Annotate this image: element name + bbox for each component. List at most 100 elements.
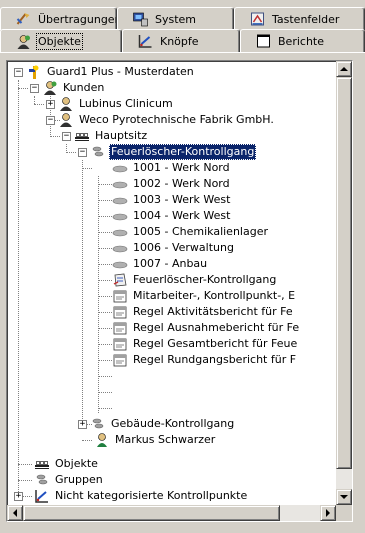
tab-label: Übertragungen — [38, 12, 117, 26]
tree-node-root[interactable]: Guard1 Plus - Musterdaten — [26, 64, 196, 80]
collapse-toggle[interactable]: − — [62, 132, 71, 141]
collapse-toggle[interactable]: − — [46, 116, 55, 125]
scroll-up-button[interactable] — [336, 61, 352, 77]
tree-node-label: Regel Ausnahmebericht für Fe — [133, 321, 300, 334]
tree-node-label: 1006 - Verwaltung — [133, 241, 234, 254]
system-icon — [133, 12, 148, 27]
tour-icon — [113, 273, 127, 287]
tree-node-feuerloescher-group[interactable]: Feuerlöscher-Kontrollgang — [90, 144, 257, 160]
expand-toggle[interactable]: + — [14, 492, 23, 501]
tree-line — [98, 296, 112, 297]
customer-icon — [60, 97, 72, 111]
tree-node-label: Regel Aktivitätsbericht für Fe — [133, 305, 293, 318]
tree-view-frame: − − + − − − + + Guard1 Plus - Musterdate… — [6, 60, 353, 522]
tree-line — [98, 312, 112, 313]
tree-node-tour[interactable]: Feuerlöscher-Kontrollgang — [112, 272, 278, 288]
tree-node-checkpoint[interactable]: 1007 - Anbau — [112, 256, 209, 272]
tree-line — [82, 160, 83, 429]
tab-label: Objekte — [36, 33, 83, 50]
tree-node-nicht-kategorisiert[interactable]: Nicht kategorisierte Kontrollpunkte — [34, 488, 249, 504]
tree-node-gruppen[interactable]: Gruppen — [34, 472, 105, 488]
tree-line — [98, 248, 112, 249]
tree-line — [34, 96, 35, 104]
tree-node-markus[interactable]: Markus Schwarzer — [94, 432, 217, 448]
scroll-right-button[interactable] — [320, 505, 336, 521]
tree-node-checkpoint[interactable]: 1006 - Verwaltung — [112, 240, 236, 256]
horizontal-scrollbar[interactable] — [7, 505, 336, 521]
tab-objekte[interactable]: Objekte — [0, 29, 122, 53]
tree-line — [98, 328, 112, 329]
expand-toggle[interactable]: + — [78, 420, 87, 429]
checkpoint-group-icon — [92, 418, 104, 429]
scroll-thumb[interactable] — [23, 505, 280, 521]
guard-logo-icon — [29, 65, 39, 79]
tree-line — [66, 144, 67, 151]
reports-icon — [257, 34, 270, 48]
tab-tastenfelder[interactable]: Tastenfelder — [234, 7, 365, 30]
rule-report-icon — [113, 290, 127, 303]
tree-node-label: Regel Rundgangsbericht für F — [133, 353, 297, 366]
building-icon — [35, 461, 49, 469]
transfer-icon — [16, 13, 30, 25]
collapse-toggle[interactable]: − — [14, 68, 23, 77]
tree-node-label: Kunden — [63, 81, 105, 94]
tree-node-checkpoint[interactable]: 1005 - Chemikalienlager — [112, 224, 270, 240]
vertical-scrollbar[interactable] — [336, 61, 352, 505]
collapse-toggle[interactable]: − — [30, 84, 39, 93]
tree-node-rule[interactable]: Regel Rundgangsbericht für F — [112, 352, 298, 368]
tree-node-label: 1005 - Chemikalienlager — [133, 225, 268, 238]
scroll-down-button[interactable] — [336, 489, 352, 505]
tab-uebertragungen[interactable]: Übertragungen — [0, 7, 117, 30]
tree-node-checkpoint[interactable]: 1003 - Werk West — [112, 192, 232, 208]
tab-berichte[interactable]: Berichte — [240, 29, 365, 52]
tree-node-rule[interactable]: Regel Gesamtbericht für Feue — [112, 336, 299, 352]
tab-label: Knöpfe — [160, 34, 199, 48]
tree-line — [34, 104, 44, 105]
tree-line — [98, 408, 112, 409]
tree-node-label: 1002 - Werk Nord — [133, 177, 230, 190]
scroll-left-button[interactable] — [7, 505, 23, 521]
tab-knoepfe[interactable]: Knöpfe — [122, 29, 240, 52]
tab-label: System — [155, 12, 197, 26]
tree-node-lubinus[interactable]: Lubinus Clinicum — [58, 96, 175, 112]
tree-line — [98, 280, 112, 281]
tree-line — [82, 440, 92, 441]
tab-system[interactable]: System — [117, 7, 234, 30]
tab-label: Berichte — [278, 34, 324, 48]
tree-node-checkpoint[interactable]: 1004 - Werk West — [112, 208, 232, 224]
tree-line — [18, 464, 32, 465]
tree-view: − − + − − − + + Guard1 Plus - Musterdate… — [8, 62, 337, 506]
employee-icon — [97, 433, 107, 447]
tree-node-weco[interactable]: Weco Pyrotechnische Fabrik GmbH. — [58, 112, 276, 128]
scroll-thumb[interactable] — [336, 77, 352, 469]
buttons-icon — [138, 35, 152, 48]
tree-node-hauptsitz[interactable]: Hauptsitz — [74, 128, 149, 144]
tree-node-objekte[interactable]: Objekte — [34, 456, 100, 472]
customers-icon — [44, 81, 57, 95]
tree-node-label: Feuerlöscher-Kontrollgang — [109, 144, 257, 160]
tree-node-label: Gebäude-Kontrollgang — [111, 417, 235, 430]
checkpoint-icon — [112, 245, 128, 253]
buttons-icon — [35, 490, 48, 503]
checkpoint-icon — [112, 213, 128, 221]
tree-node-rule[interactable]: Mitarbeiter-, Kontrollpunkt-, E — [112, 288, 297, 304]
building-icon — [75, 133, 89, 141]
tree-line — [98, 360, 112, 361]
objects-panel: − − + − − − + + Guard1 Plus - Musterdate… — [0, 52, 365, 533]
tree-line — [98, 376, 112, 377]
tree-node-checkpoint[interactable]: 1002 - Werk Nord — [112, 176, 232, 192]
tree-node-rule[interactable]: Regel Aktivitätsbericht für Fe — [112, 304, 295, 320]
tree-node-label: Markus Schwarzer — [115, 433, 216, 446]
arrow-right-icon — [325, 509, 330, 517]
tree-node-checkpoint[interactable]: 1001 - Werk Nord — [112, 160, 232, 176]
tree-node-kunden[interactable]: Kunden — [42, 80, 106, 96]
objects-icon — [17, 34, 30, 49]
customer-icon — [60, 113, 72, 127]
expand-toggle[interactable]: + — [46, 100, 55, 109]
collapse-toggle[interactable]: − — [78, 148, 87, 157]
tree-node-rule[interactable]: Regel Ausnahmebericht für Fe — [112, 320, 301, 336]
scroll-corner — [336, 505, 352, 521]
tree-node-label: Nicht kategorisierte Kontrollpunkte — [55, 489, 248, 502]
checkpoint-icon — [112, 181, 128, 189]
tree-node-gebaeude[interactable]: Gebäude-Kontrollgang — [90, 416, 236, 432]
